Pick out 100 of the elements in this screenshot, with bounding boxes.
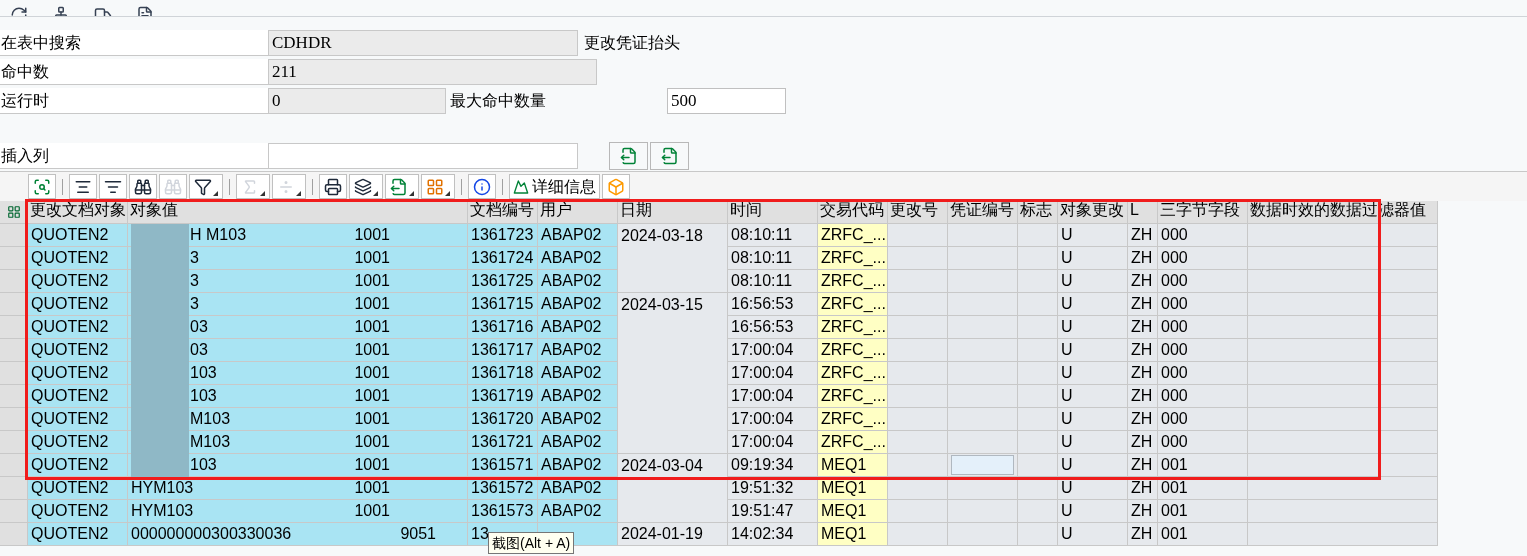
column-header[interactable]: L	[1128, 201, 1158, 224]
table-cell: 1361719	[468, 385, 538, 408]
row-selector[interactable]	[0, 454, 28, 477]
views-button[interactable]	[349, 174, 383, 199]
table-cell: QUOTEN2	[28, 247, 128, 270]
column-header[interactable]: 三字节字段	[1158, 201, 1248, 224]
row-selector[interactable]	[0, 293, 28, 316]
column-header[interactable]: 用户	[538, 201, 618, 224]
column-header[interactable]: 文档编号	[468, 201, 538, 224]
refresh-icon[interactable]	[10, 6, 28, 16]
column-header[interactable]: 标志	[1018, 201, 1058, 224]
row-selector[interactable]	[0, 270, 28, 293]
sort-descending-icon	[104, 178, 122, 196]
table-cell: ZH	[1128, 523, 1158, 546]
cell-text: HYM103	[131, 501, 194, 521]
filter-button[interactable]	[189, 174, 223, 199]
cell-text: 1001	[354, 455, 390, 475]
sort-ascending-icon	[74, 178, 92, 196]
cell-text: 3	[190, 271, 199, 291]
row-selector[interactable]	[0, 339, 28, 362]
cell-text: 3	[190, 248, 199, 268]
column-header[interactable]: 对象值	[128, 201, 468, 224]
column-select-icon[interactable]	[6, 205, 21, 219]
append-column-button[interactable]	[650, 142, 689, 170]
table-cell: ZH	[1128, 270, 1158, 293]
cell-text: 1001	[354, 432, 390, 452]
table-cell: U	[1058, 523, 1128, 546]
table-cell: 17:00:04	[728, 362, 818, 385]
row-selector[interactable]	[0, 224, 28, 247]
table-cell: 2024-03-04	[618, 454, 728, 477]
table-cell: U	[1058, 339, 1128, 362]
table-cell: ZH	[1128, 247, 1158, 270]
printer-icon	[324, 178, 342, 196]
binoculars-icon	[134, 178, 152, 196]
column-header[interactable]: 更改文档对象	[28, 201, 128, 224]
table-cell: 14:02:34	[728, 523, 818, 546]
table-cell: QUOTEN2	[28, 362, 128, 385]
table-cell: QUOTEN2	[28, 339, 128, 362]
layout-button[interactable]	[421, 174, 455, 199]
column-header[interactable]: 凭证编号	[948, 201, 1018, 224]
layout-icon	[426, 178, 444, 196]
document-icon[interactable]	[136, 6, 154, 16]
binoculars-button[interactable]	[129, 174, 157, 199]
cube-button[interactable]	[602, 174, 630, 199]
export-button[interactable]	[385, 174, 419, 199]
table-cell: 000	[1158, 293, 1248, 316]
mountain-icon	[513, 178, 529, 195]
sort-ascending-button[interactable]	[69, 174, 97, 199]
row-selector[interactable]	[0, 247, 28, 270]
cell-text: 9051	[400, 524, 436, 544]
table-cell	[1018, 385, 1058, 408]
table-cell	[1018, 224, 1058, 247]
table-cell	[1018, 339, 1058, 362]
table-cell: 000	[1158, 224, 1248, 247]
field-label: 在表中搜索	[0, 30, 268, 56]
table-cell	[1018, 247, 1058, 270]
table-cell: QUOTEN2	[28, 385, 128, 408]
table-cell: 17:00:04	[728, 385, 818, 408]
row-selector[interactable]	[0, 408, 28, 431]
input-field[interactable]	[268, 143, 578, 169]
row-selector[interactable]	[0, 316, 28, 339]
table-cell: 000	[1158, 362, 1248, 385]
details-button[interactable]	[28, 174, 56, 199]
table-cell: ZH	[1128, 431, 1158, 454]
table-cell: 1361720	[468, 408, 538, 431]
column-header[interactable]: 交易代码	[818, 201, 888, 224]
row-selector[interactable]	[0, 385, 28, 408]
table-cell: QUOTEN2	[28, 523, 128, 546]
column-header[interactable]: 时间	[728, 201, 818, 224]
table-cell: 16:56:53	[728, 316, 818, 339]
sort-descending-button[interactable]	[99, 174, 127, 199]
column-header[interactable]: 更改号	[888, 201, 948, 224]
cell-text: 1001	[354, 478, 390, 498]
cell-text: 1001	[354, 386, 390, 406]
row-selector[interactable]	[0, 362, 28, 385]
printer-button[interactable]	[319, 174, 347, 199]
table-cell: ZH	[1128, 316, 1158, 339]
table-cell: 1361723	[468, 224, 538, 247]
table-cell: ZH	[1128, 500, 1158, 523]
table-cell: U	[1058, 431, 1128, 454]
input-field[interactable]: 500	[667, 88, 786, 114]
table-cell: QUOTEN2	[28, 270, 128, 293]
table-cell: MEQ1	[818, 454, 888, 477]
table-cell: QUOTEN2	[28, 454, 128, 477]
table-cell: 000	[1158, 270, 1248, 293]
column-header[interactable]: 对象更改	[1058, 201, 1128, 224]
details-button[interactable]: 详细信息	[509, 174, 600, 199]
cell-text: HYM103	[131, 478, 194, 498]
row-selector[interactable]	[0, 431, 28, 454]
table-cell: 17:00:04	[728, 431, 818, 454]
insert-column-button[interactable]	[609, 142, 648, 170]
table-cell: 2024-01-19	[618, 523, 728, 546]
table-cell: 08:10:11	[728, 247, 818, 270]
column-header[interactable]: 日期	[618, 201, 728, 224]
table-cell: U	[1058, 224, 1128, 247]
table-cell: ZH	[1128, 362, 1158, 385]
views-icon	[354, 178, 372, 196]
table-cell: 1361718	[468, 362, 538, 385]
table-cell: QUOTEN2	[28, 408, 128, 431]
info-button[interactable]	[468, 174, 496, 199]
